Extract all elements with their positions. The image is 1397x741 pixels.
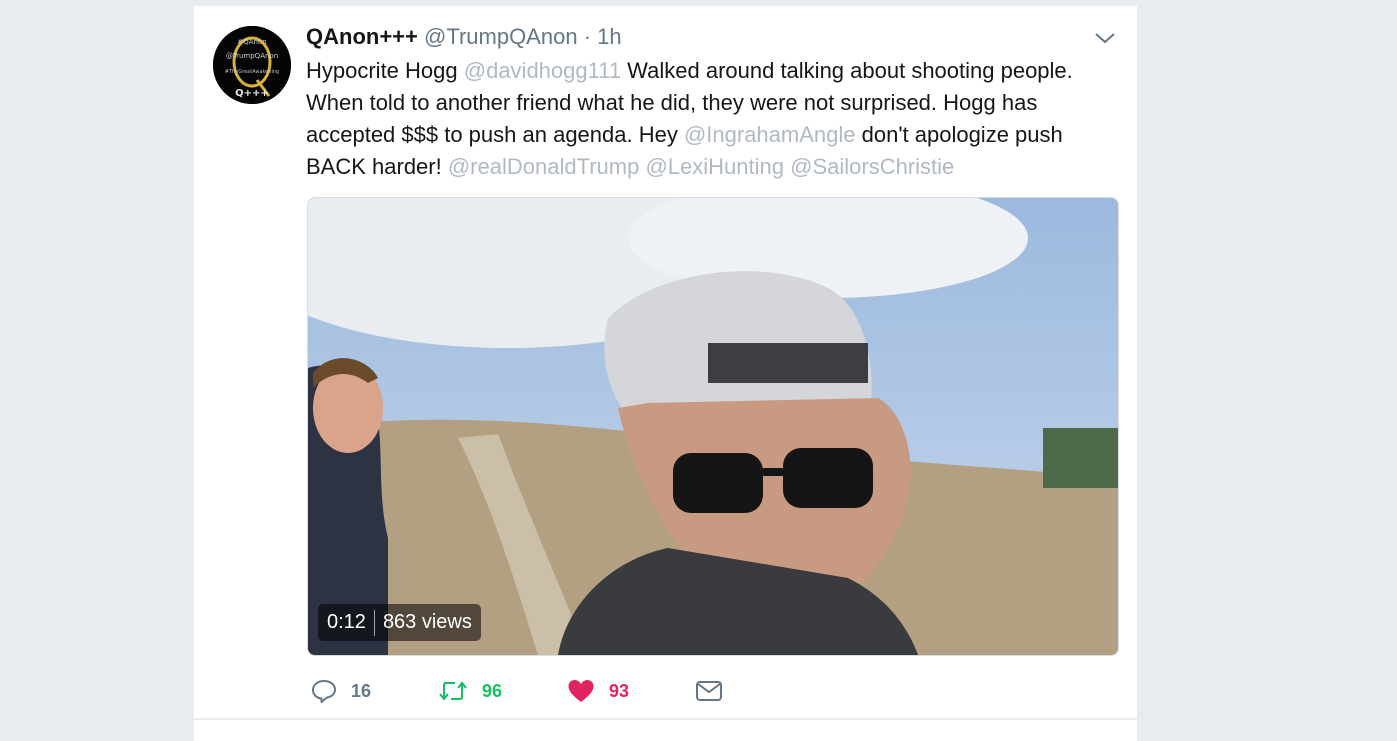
mention-link[interactable]: @LexiHunting <box>645 154 784 179</box>
reply-button[interactable]: 16 <box>311 677 371 705</box>
retweet-count: 96 <box>482 680 503 701</box>
reply-count: 16 <box>351 680 372 701</box>
tweet-text-segment: Hypocrite Hogg <box>306 58 464 83</box>
user-handle[interactable]: @TrumpQAnon <box>424 24 578 49</box>
q-logo-avatar: #QAnon @TrumpQAnon #TheGreatAwakening Q+… <box>213 26 291 104</box>
like-count: 93 <box>609 680 630 701</box>
heart-icon <box>568 680 594 702</box>
video-player[interactable] <box>307 197 1119 656</box>
display-name[interactable]: QAnon+++ <box>306 24 418 49</box>
avatar-line-4: Q+++ <box>235 88 269 99</box>
video-views: 863 views <box>382 611 472 633</box>
mention-link[interactable]: @IngrahamAngle <box>684 122 856 147</box>
video-stats-badge: 0:12 863 views <box>318 604 481 641</box>
tweet-timestamp[interactable]: 1h <box>597 24 621 49</box>
avatar-line-2: @TrumpQAnon <box>226 52 278 60</box>
video-duration: 0:12 <box>327 611 366 633</box>
avatar-line-3: #TheGreatAwakening <box>225 69 279 75</box>
mention-link[interactable]: @SailorsChristie <box>790 154 954 179</box>
tweet-header: QAnon+++ @TrumpQAnon · 1h <box>306 23 622 51</box>
tweet-text: Hypocrite Hogg @davidhogg111 Walked arou… <box>306 55 1116 183</box>
mention-link[interactable]: @davidhogg111 <box>464 58 621 83</box>
badge-divider <box>373 609 375 636</box>
like-button[interactable]: 93 <box>567 677 629 705</box>
retweet-icon <box>439 681 467 701</box>
reply-icon <box>312 680 336 703</box>
avatar-line-1: #QAnon <box>237 38 266 46</box>
mention-link[interactable]: @realDonaldTrump <box>448 154 639 179</box>
profile-avatar[interactable]: #QAnon @TrumpQAnon #TheGreatAwakening Q+… <box>213 26 291 104</box>
next-tweet-card[interactable] <box>194 720 1137 741</box>
envelope-icon <box>696 681 722 701</box>
video-thumbnail <box>308 198 1118 655</box>
direct-message-button[interactable] <box>695 677 723 705</box>
chevron-down-icon[interactable] <box>1092 28 1118 48</box>
retweet-button[interactable]: 96 <box>438 677 502 705</box>
header-separator: · <box>583 24 592 49</box>
